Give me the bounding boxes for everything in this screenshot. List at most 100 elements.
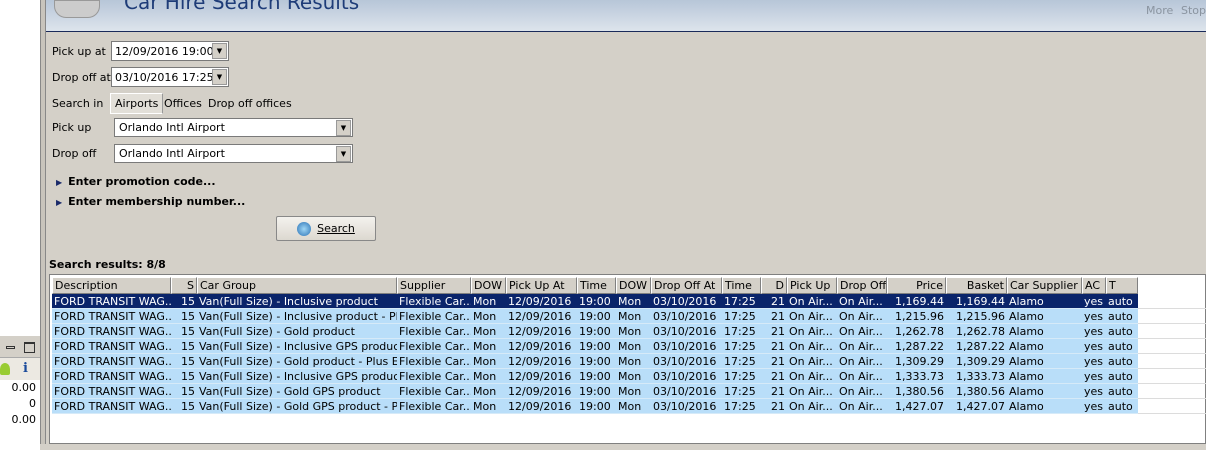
table-row[interactable]: FORD TRANSIT WAG... 15 Van(Full Size) - In… bbox=[52, 309, 1138, 324]
column-header[interactable]: Car Supplier bbox=[1007, 277, 1082, 294]
dropdown-arrow-icon[interactable]: ▼ bbox=[336, 146, 351, 162]
tab-offices[interactable]: Offices bbox=[164, 97, 202, 110]
table-row[interactable]: FORD TRANSIT WAG... 15 Van(Full Size) - In… bbox=[52, 369, 1138, 384]
table-cell: 12/09/2016 bbox=[508, 310, 572, 323]
row-divider bbox=[1138, 368, 1206, 369]
dropoff-select[interactable]: Orlando Intl Airport ▼ bbox=[114, 144, 353, 163]
column-header[interactable]: Drop Off At bbox=[651, 277, 722, 294]
table-cell: FORD TRANSIT WAG... bbox=[54, 385, 171, 398]
results-grid[interactable]: Description S Car Group Supplier DOW Pick Up … bbox=[49, 274, 1206, 444]
table-cell: Van(Full Size) - Inclusive product bbox=[199, 295, 378, 308]
table-cell: 1,333.73 bbox=[956, 370, 1005, 383]
column-header[interactable]: Pick Up At bbox=[506, 277, 577, 294]
column-header[interactable]: Supplier bbox=[397, 277, 471, 294]
tab-airports[interactable]: Airports bbox=[110, 93, 164, 114]
column-header[interactable]: Time bbox=[577, 277, 616, 294]
row-divider bbox=[1138, 338, 1206, 339]
table-cell: 03/10/2016 bbox=[653, 340, 717, 353]
promotion-code-expander[interactable]: ▶ Enter promotion code... bbox=[56, 175, 216, 188]
table-row[interactable]: FORD TRANSIT WAG... 15 Van(Full Size) - In… bbox=[52, 339, 1138, 354]
column-header[interactable]: S bbox=[171, 277, 197, 294]
table-cell: Alamo bbox=[1009, 385, 1044, 398]
table-cell: Van(Full Size) - Gold GPS product - Plu.… bbox=[199, 400, 397, 413]
table-row[interactable]: FORD TRANSIT WAG... 15 Van(Full Size) - Go… bbox=[52, 384, 1138, 399]
table-cell: 15 bbox=[181, 400, 195, 413]
search-button[interactable]: Search bbox=[276, 216, 376, 241]
column-header[interactable]: Basket bbox=[946, 277, 1007, 294]
table-row[interactable]: FORD TRANSIT WAG... 15 Van(Full Size) - In… bbox=[52, 294, 1138, 309]
dropdown-arrow-icon[interactable]: ▼ bbox=[212, 43, 227, 59]
table-cell: FORD TRANSIT WAG... bbox=[54, 295, 171, 308]
table-cell: 12/09/2016 bbox=[508, 340, 572, 353]
table-cell: On Air... bbox=[839, 295, 883, 308]
table-cell: 1,309.29 bbox=[956, 355, 1005, 368]
minimize-icon[interactable] bbox=[6, 346, 15, 349]
search-icon bbox=[297, 222, 312, 236]
column-header[interactable]: Pick Up bbox=[787, 277, 837, 294]
table-cell: FORD TRANSIT WAG... bbox=[54, 340, 171, 353]
search-in-label: Search in bbox=[52, 97, 104, 110]
value: 0.00 bbox=[11, 413, 37, 426]
table-cell: Flexible Car... bbox=[399, 385, 471, 398]
table-cell: 17:25 bbox=[724, 355, 756, 368]
pickup-select[interactable]: Orlando Intl Airport ▼ bbox=[114, 118, 353, 137]
table-cell: 15 bbox=[181, 310, 195, 323]
tree-icon[interactable] bbox=[0, 363, 10, 375]
table-cell: 15 bbox=[181, 340, 195, 353]
pickup-at-field[interactable]: 12/09/2016 19:00 ▼ bbox=[111, 41, 229, 61]
column-header[interactable]: Car Group bbox=[197, 277, 397, 294]
table-cell: Mon bbox=[473, 355, 497, 368]
stop-button[interactable]: Stop bbox=[1181, 4, 1206, 17]
table-cell: 1,262.78 bbox=[895, 325, 944, 338]
column-header[interactable]: AC bbox=[1082, 277, 1106, 294]
table-cell: Mon bbox=[473, 400, 497, 413]
column-header[interactable]: Time bbox=[722, 277, 761, 294]
table-cell: On Air... bbox=[839, 385, 883, 398]
table-cell: 21 bbox=[771, 310, 785, 323]
table-cell: Alamo bbox=[1009, 295, 1044, 308]
table-cell: Alamo bbox=[1009, 355, 1044, 368]
results-count: Search results: 8/8 bbox=[49, 258, 166, 271]
column-header[interactable]: DOW bbox=[616, 277, 651, 294]
table-cell: Alamo bbox=[1009, 325, 1044, 338]
table-cell: Van(Full Size) - Gold GPS product bbox=[199, 385, 381, 398]
dropdown-arrow-icon[interactable]: ▼ bbox=[336, 120, 351, 136]
dropdown-arrow-icon[interactable]: ▼ bbox=[212, 69, 227, 85]
table-cell: auto bbox=[1108, 370, 1133, 383]
column-header[interactable]: Description bbox=[52, 277, 171, 294]
dropoff-at-field[interactable]: 03/10/2016 17:25 ▼ bbox=[111, 67, 229, 87]
column-header[interactable]: Price bbox=[887, 277, 946, 294]
table-cell: auto bbox=[1108, 400, 1133, 413]
splitter[interactable] bbox=[40, 0, 46, 444]
table-cell: FORD TRANSIT WAG... bbox=[54, 400, 171, 413]
pickup-label: Pick up bbox=[52, 121, 92, 134]
column-header[interactable]: T bbox=[1106, 277, 1138, 294]
table-cell: 21 bbox=[771, 325, 785, 338]
tab-drop-off-offices[interactable]: Drop off offices bbox=[208, 97, 292, 110]
table-row[interactable]: FORD TRANSIT WAG... 15 Van(Full Size) - Go… bbox=[52, 354, 1138, 369]
table-row[interactable]: FORD TRANSIT WAG... 15 Van(Full Size) - Go… bbox=[52, 399, 1138, 414]
membership-expander[interactable]: ▶ Enter membership number... bbox=[56, 195, 245, 208]
table-cell: 17:25 bbox=[724, 325, 756, 338]
table-cell: Alamo bbox=[1009, 340, 1044, 353]
column-header[interactable]: DOW bbox=[471, 277, 506, 294]
table-cell: 21 bbox=[771, 400, 785, 413]
table-cell: On Air... bbox=[789, 295, 833, 308]
car-icon bbox=[54, 0, 100, 18]
table-cell: yes bbox=[1084, 385, 1104, 398]
more-button[interactable]: More bbox=[1146, 4, 1173, 17]
column-header[interactable]: D bbox=[761, 277, 787, 294]
table-cell: 15 bbox=[181, 355, 195, 368]
table-cell: 1,380.56 bbox=[895, 385, 944, 398]
table-cell: Mon bbox=[473, 325, 497, 338]
table-cell: Flexible Car... bbox=[399, 295, 471, 308]
maximize-icon[interactable] bbox=[24, 342, 35, 353]
table-row[interactable]: FORD TRANSIT WAG... 15 Van(Full Size) - Go… bbox=[52, 324, 1138, 339]
table-cell: On Air... bbox=[789, 340, 833, 353]
info-icon[interactable]: i bbox=[23, 361, 28, 376]
column-header[interactable]: Drop Off bbox=[837, 277, 887, 294]
table-cell: FORD TRANSIT WAG... bbox=[54, 310, 171, 323]
table-cell: 1,215.96 bbox=[895, 310, 944, 323]
table-cell: 17:25 bbox=[724, 370, 756, 383]
table-cell: yes bbox=[1084, 370, 1104, 383]
